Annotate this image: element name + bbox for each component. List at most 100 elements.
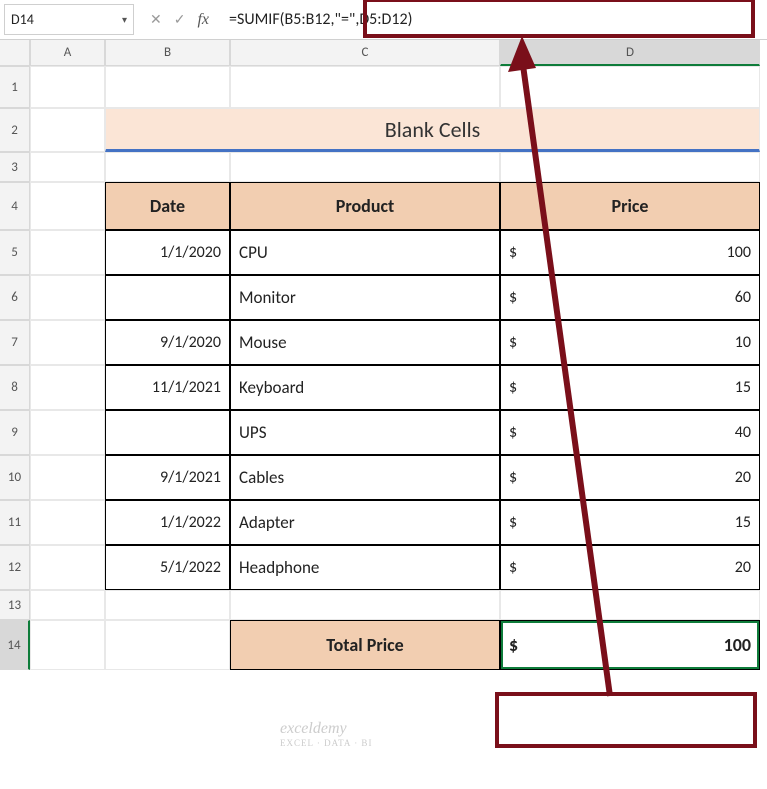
row-header-4[interactable]: 4 [0,182,30,230]
cell-product[interactable]: Adapter [230,500,500,545]
watermark: exceldemy EXCEL · DATA · BI [280,720,372,748]
cell-A11[interactable] [30,500,105,545]
cell-A2[interactable] [30,108,105,152]
cell-D3[interactable] [500,152,760,182]
cell-product[interactable]: Monitor [230,275,500,320]
cell-B1[interactable] [105,66,230,108]
cell-A7[interactable] [30,320,105,365]
cell-A12[interactable] [30,545,105,590]
cell-A4[interactable] [30,182,105,230]
cell-D13[interactable] [500,590,760,620]
col-header-D[interactable]: D [500,40,760,66]
name-box[interactable]: D14 ▾ [4,4,134,35]
cell-D1[interactable] [500,66,760,108]
row-header-8[interactable]: 8 [0,365,30,410]
table-header-row: 4 Date Product Price [0,182,767,230]
table-row: 9 UPS $40 [0,410,767,455]
row-header-3[interactable]: 3 [0,152,30,182]
cell-date[interactable]: 1/1/2020 [105,230,230,275]
row: 3 [0,152,767,182]
cancel-icon[interactable]: ✕ [150,11,162,28]
cell-date[interactable] [105,275,230,320]
cell-product[interactable]: UPS [230,410,500,455]
formula-bar-buttons: ✕ ✓ fx [140,0,219,39]
header-product[interactable]: Product [230,182,500,230]
table-row: 10 9/1/2021 Cables $20 [0,455,767,500]
row-header-11[interactable]: 11 [0,500,30,545]
fx-icon[interactable]: fx [197,11,209,29]
cell-date[interactable]: 11/1/2021 [105,365,230,410]
cell-A6[interactable] [30,275,105,320]
cell-A13[interactable] [30,590,105,620]
col-header-A[interactable]: A [30,40,105,66]
col-header-C[interactable]: C [230,40,500,66]
cell-date[interactable]: 9/1/2020 [105,320,230,365]
cell-A1[interactable] [30,66,105,108]
cell-C1[interactable] [230,66,500,108]
header-price[interactable]: Price [500,182,760,230]
cell-price[interactable]: $20 [500,545,760,590]
cell-C3[interactable] [230,152,500,182]
cell-C13[interactable] [230,590,500,620]
row-header-13[interactable]: 13 [0,590,30,620]
row-header-9[interactable]: 9 [0,410,30,455]
cell-A5[interactable] [30,230,105,275]
cell-product[interactable]: Mouse [230,320,500,365]
sheet-title[interactable]: Blank Cells [105,108,760,152]
row-header-1[interactable]: 1 [0,66,30,108]
spreadsheet-grid[interactable]: A B C D 1 2 Blank Cells 3 4 [0,40,767,670]
row-header-2[interactable]: 2 [0,108,30,152]
cell-date[interactable] [105,410,230,455]
annotation-rect-d14 [495,692,757,748]
column-headers: A B C D [0,40,767,66]
total-value-cell[interactable]: $ 100 [500,620,760,670]
cell-date[interactable]: 1/1/2022 [105,500,230,545]
table-row: 12 5/1/2022 Headphone $20 [0,545,767,590]
cell-product[interactable]: Headphone [230,545,500,590]
cell-A14[interactable] [30,620,105,670]
cell-date[interactable]: 5/1/2022 [105,545,230,590]
select-all-corner[interactable] [0,40,30,66]
name-box-value: D14 [11,11,34,28]
col-header-B[interactable]: B [105,40,230,66]
cell-price[interactable]: $100 [500,230,760,275]
chevron-down-icon[interactable]: ▾ [122,13,127,26]
cell-price[interactable]: $10 [500,320,760,365]
cell-price[interactable]: $20 [500,455,760,500]
cell-A3[interactable] [30,152,105,182]
cell-B3[interactable] [105,152,230,182]
table-row: 7 9/1/2020 Mouse $10 [0,320,767,365]
table-row: 8 11/1/2021 Keyboard $15 [0,365,767,410]
cell-B14[interactable] [105,620,230,670]
table-row: 6 Monitor $60 [0,275,767,320]
row: 13 [0,590,767,620]
cell-date[interactable]: 9/1/2021 [105,455,230,500]
cell-price[interactable]: $15 [500,365,760,410]
formula-text: =SUMIF(B5:B12,"=",D5:D12) [229,10,412,29]
total-label[interactable]: Total Price [230,620,500,670]
row-header-6[interactable]: 6 [0,275,30,320]
cell-A10[interactable] [30,455,105,500]
cell-A8[interactable] [30,365,105,410]
total-row: 14 Total Price $ 100 [0,620,767,670]
cell-product[interactable]: Cables [230,455,500,500]
table-row: 11 1/1/2022 Adapter $15 [0,500,767,545]
row-header-5[interactable]: 5 [0,230,30,275]
row: 2 Blank Cells [0,108,767,152]
cell-B13[interactable] [105,590,230,620]
cell-price[interactable]: $40 [500,410,760,455]
row-header-10[interactable]: 10 [0,455,30,500]
formula-input[interactable]: =SUMIF(B5:B12,"=",D5:D12) [219,0,767,39]
header-date[interactable]: Date [105,182,230,230]
selected-cell-border: $ 100 [501,621,759,669]
enter-icon[interactable]: ✓ [174,11,186,28]
cell-product[interactable]: CPU [230,230,500,275]
row: 1 [0,66,767,108]
cell-price[interactable]: $15 [500,500,760,545]
row-header-12[interactable]: 12 [0,545,30,590]
row-header-7[interactable]: 7 [0,320,30,365]
row-header-14[interactable]: 14 [0,620,30,670]
cell-A9[interactable] [30,410,105,455]
cell-product[interactable]: Keyboard [230,365,500,410]
cell-price[interactable]: $60 [500,275,760,320]
